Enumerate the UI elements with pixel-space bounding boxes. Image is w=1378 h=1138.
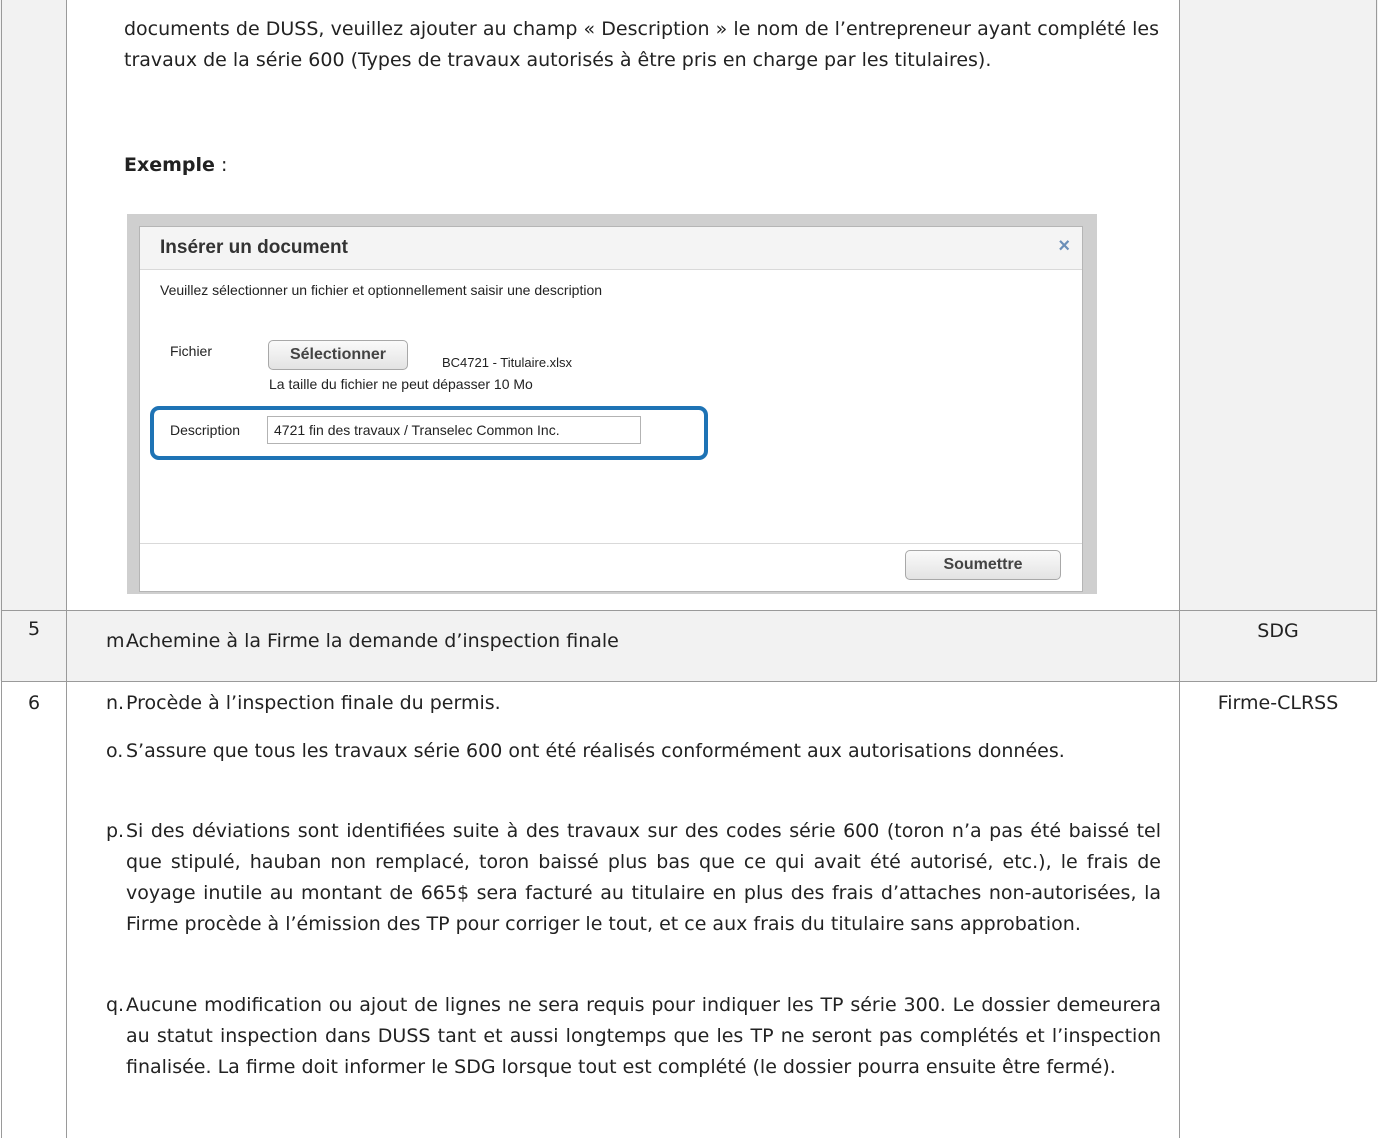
example-screenshot: Insérer un document × Veuillez sélection… <box>127 214 1097 594</box>
item-letter: n. <box>106 692 125 714</box>
item-text: Si des déviations sont identifiées suite… <box>126 820 1161 935</box>
grid-right <box>1376 0 1377 681</box>
example-heading: Exemple : <box>124 150 1159 181</box>
description-label: Description <box>170 422 241 438</box>
grid-left <box>1 0 2 1138</box>
close-icon[interactable]: × <box>1058 236 1070 256</box>
item-text: Achemine à la Firme la demande d’inspect… <box>126 630 619 652</box>
submit-button[interactable]: Soumettre <box>905 550 1061 580</box>
row-6-item-o: o. S’assure que tous les travaux série 6… <box>106 736 1161 767</box>
row-6-item-p: p. Si des déviations sont identifiées su… <box>106 816 1161 940</box>
shade-col3-top <box>1179 0 1378 610</box>
grid-row-5-top <box>1 610 1377 611</box>
item-text: Procède à l’inspection finale du permis. <box>126 692 501 714</box>
row-6-item-q: q. Aucune modification ou ajout de ligne… <box>106 990 1161 1083</box>
dialog-instructions: Veuillez sélectionner un fichier et opti… <box>160 282 603 298</box>
example-suffix: : <box>214 154 228 176</box>
dialog-footer-divider <box>140 543 1082 544</box>
row-6-number: 6 <box>27 692 41 714</box>
item-text: Aucune modification ou ajout de lignes n… <box>126 994 1161 1078</box>
file-label: Fichier <box>170 343 213 359</box>
description-input[interactable]: 4721 fin des travaux / Transelec Common … <box>267 416 641 444</box>
row-5-number: 5 <box>27 618 41 640</box>
selected-file-name: BC4721 - Titulaire.xlsx <box>442 355 573 370</box>
row-6-responsible: Firme-CLRSS <box>1217 692 1339 714</box>
grid-col2 <box>1179 0 1180 1138</box>
item-letter: o. <box>106 740 124 762</box>
item-letter: q. <box>106 994 125 1016</box>
row-5-responsible: SDG <box>1257 620 1299 642</box>
insert-document-dialog: Insérer un document × Veuillez sélection… <box>139 226 1083 592</box>
dialog-titlebar: Insérer un document × <box>140 227 1082 270</box>
grid-col1 <box>66 0 67 1138</box>
row-5-item-m: m. Achemine à la Firme la demande d’insp… <box>106 626 1161 657</box>
example-label: Exemple <box>124 154 215 176</box>
dialog-title: Insérer un document <box>160 237 348 258</box>
grid-row-6-top <box>1 681 1377 682</box>
item-text: S’assure que tous les travaux série 600 … <box>126 740 1065 762</box>
row-6-item-n: n. Procède à l’inspection finale du perm… <box>106 688 1161 719</box>
item-letter: m. <box>106 630 131 652</box>
shade-col1-top <box>0 0 66 610</box>
file-size-note: La taille du fichier ne peut dépasser 10… <box>269 376 533 392</box>
select-file-button[interactable]: Sélectionner <box>268 340 408 370</box>
intro-paragraph: documents de DUSS, veuillez ajouter au c… <box>124 18 1159 71</box>
item-letter: p. <box>106 820 125 842</box>
